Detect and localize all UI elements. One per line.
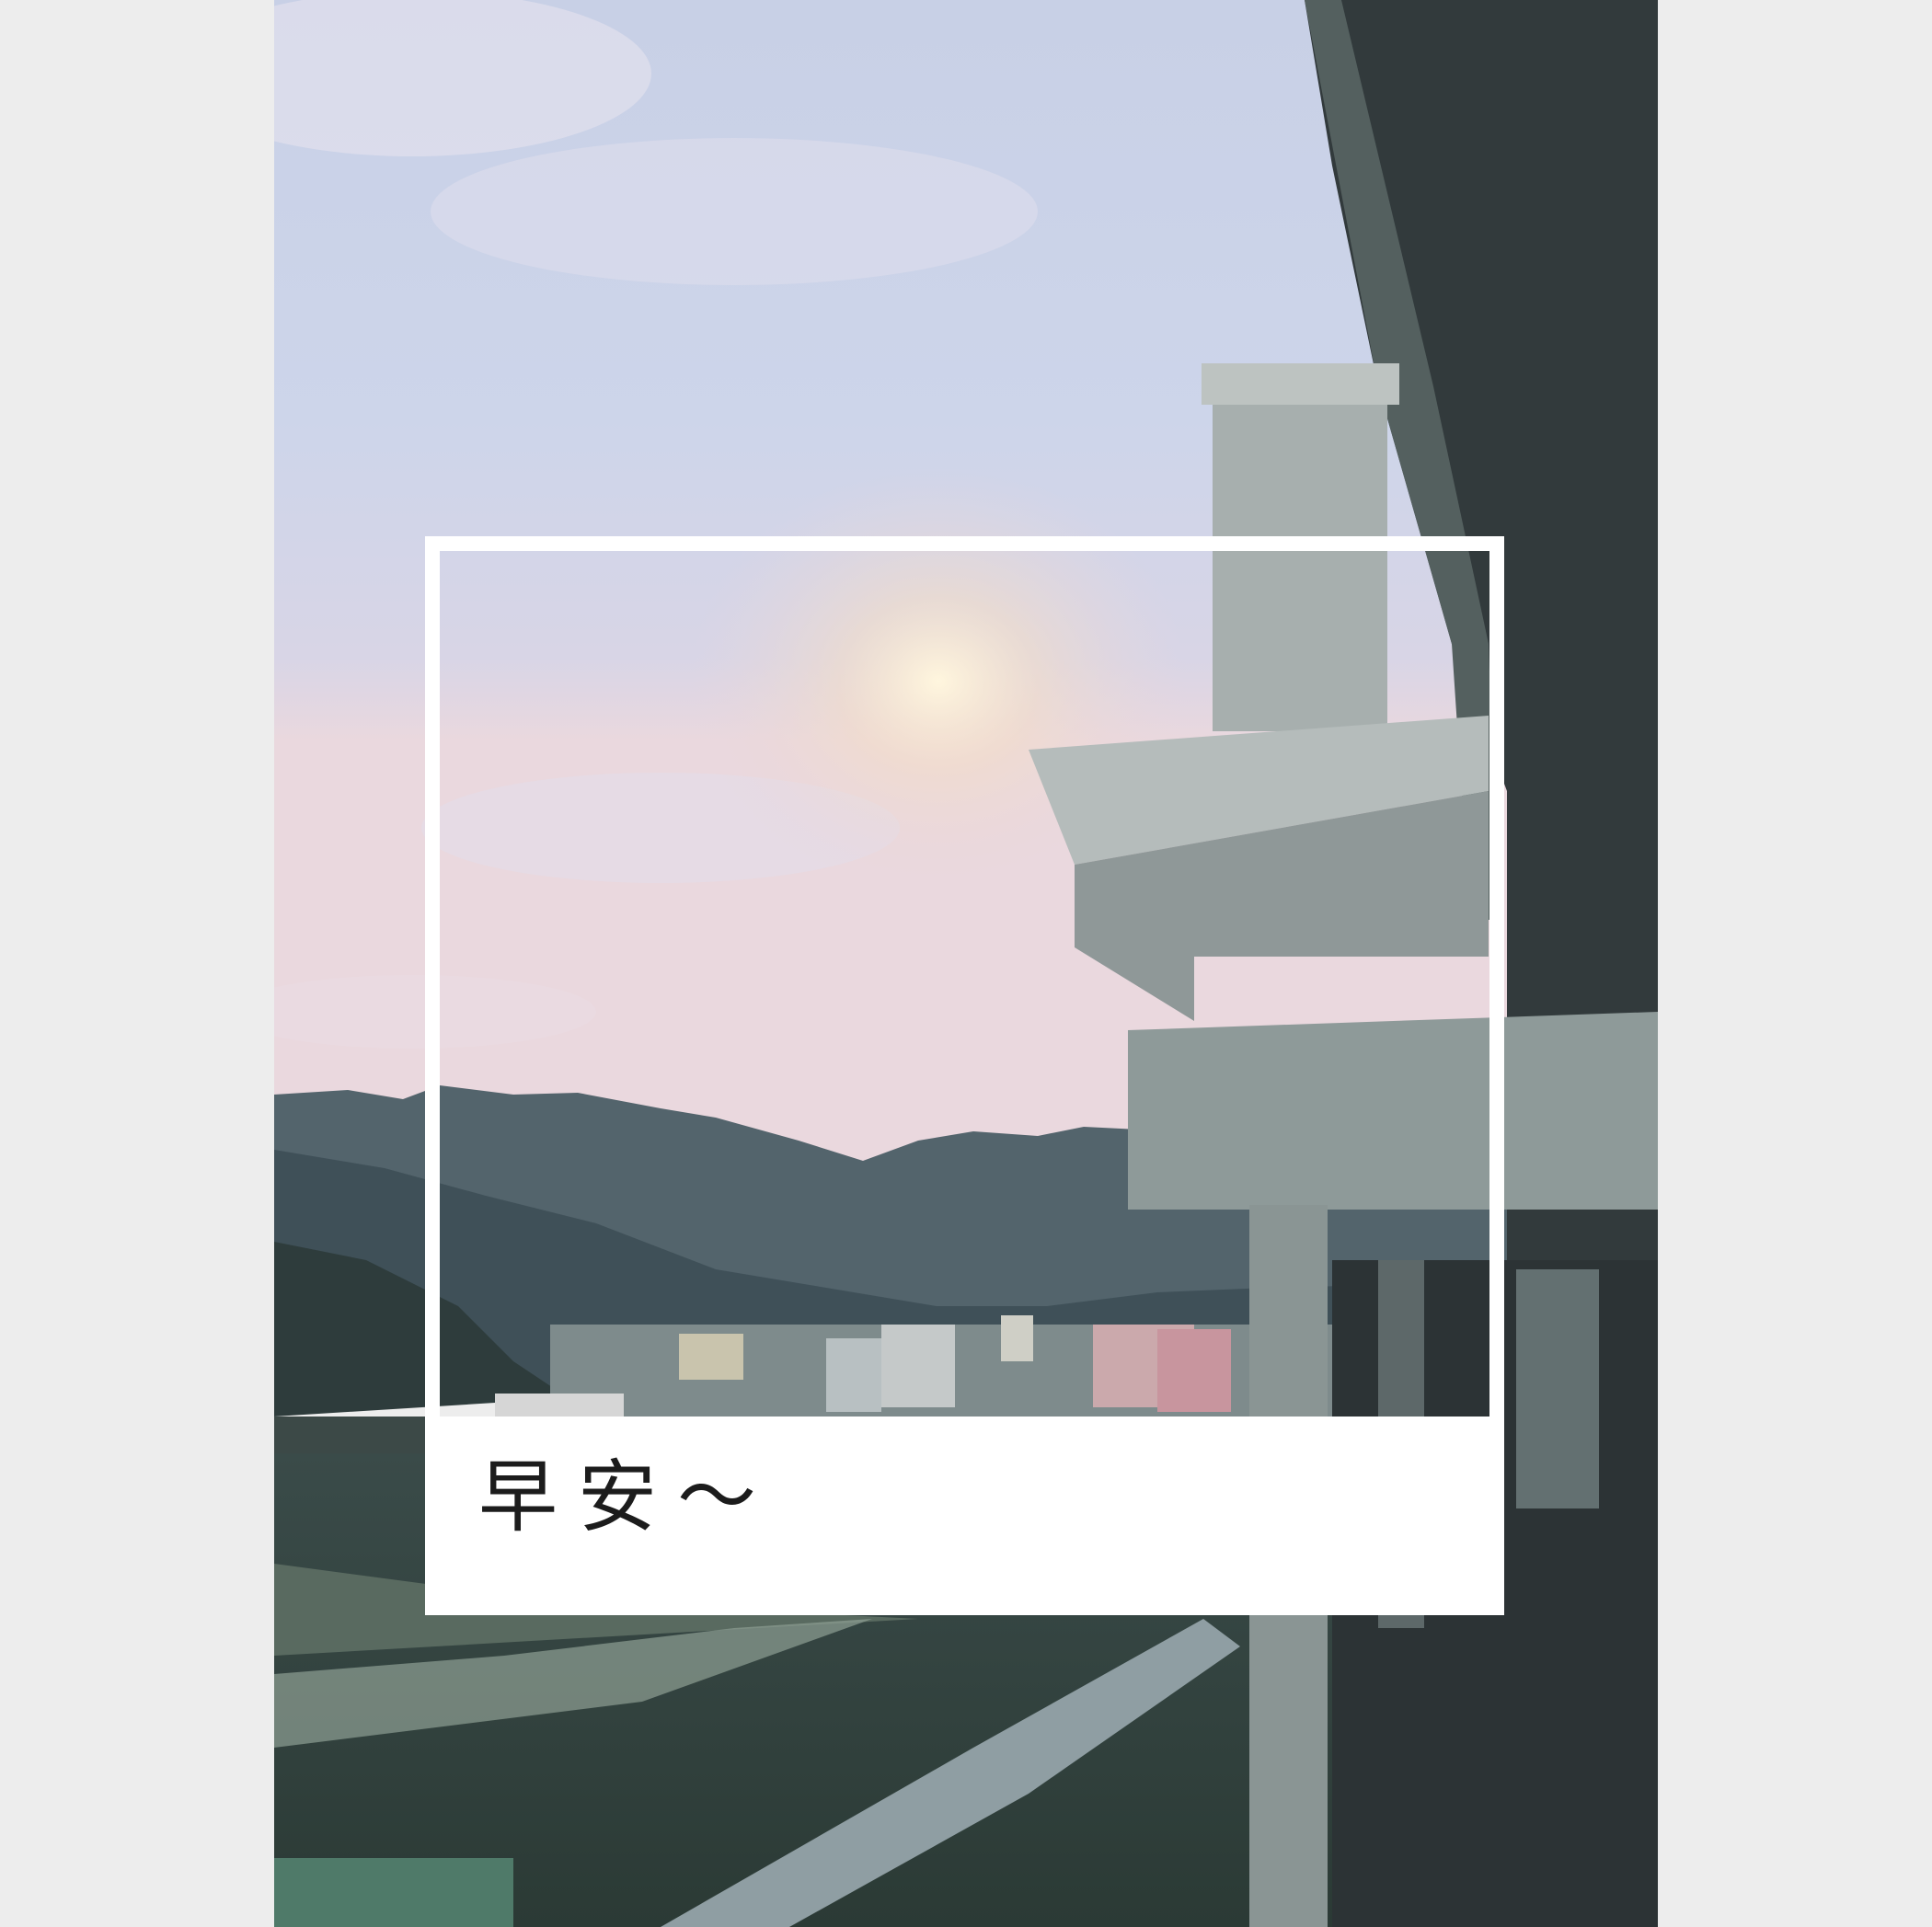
caption-text: 早安～ — [478, 1451, 776, 1543]
canvas: 早安～ — [0, 0, 1932, 1927]
